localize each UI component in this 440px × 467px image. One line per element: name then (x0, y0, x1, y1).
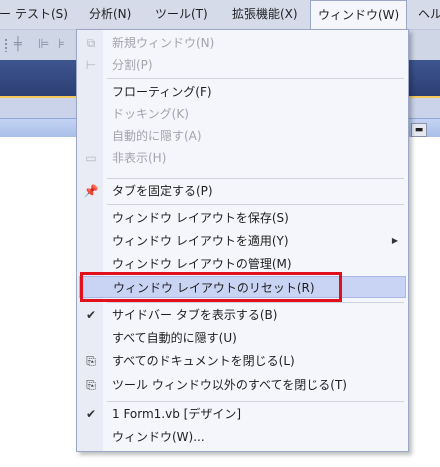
menu-windows-label: ウィンドウ(W)... (112, 430, 205, 444)
new-window-icon: ⧉ (86, 36, 96, 50)
hide-icon: ▭ (85, 151, 97, 165)
menu-hide[interactable]: ▭ 非表示(H) (79, 147, 406, 169)
annotation-highlight-box (80, 272, 342, 302)
menu-floating[interactable]: フローティング(F) (79, 81, 406, 103)
menu-window-form1-label: 1 Form1.vb [デザイン] (112, 407, 242, 421)
pin-icon: 📌 (83, 184, 99, 198)
check-icon: ✔ (85, 407, 97, 421)
menu-separator (107, 78, 404, 79)
menu-close-all-but-tool-windows-label: ツール ウィンドウ以外のすべてを閉じる(T) (112, 378, 347, 392)
menu-new-window[interactable]: ⧉ 新規ウィンドウ(N) (79, 32, 406, 54)
menu-separator (107, 204, 404, 205)
menu-auto-hide-all-label: すべて自動的に隠す(U) (112, 331, 237, 345)
menu-tools[interactable]: ツール(T) (148, 0, 215, 29)
menu-auto-hide[interactable]: 自動的に隠す(A) (79, 125, 406, 147)
menu-docking-label: ドッキング(K) (112, 107, 189, 121)
split-icon: ⊢ (85, 58, 97, 72)
menu-help[interactable]: ヘル (411, 0, 440, 29)
add-icon[interactable]: ╪ (14, 37, 22, 52)
menu-close-all-documents[interactable]: ⎘ すべてのドキュメントを閉じる(L) (79, 350, 406, 372)
menu-split-label: 分割(P) (112, 58, 153, 72)
menu-separator (107, 178, 404, 179)
menu-apply-layout-label: ウィンドウ レイアウトを適用(Y) (112, 234, 289, 248)
menu-show-sidebar-tabs[interactable]: ✔ サイドバー タブを表示する(B) (79, 304, 406, 326)
align-left-icon[interactable]: ⊫ (38, 37, 49, 52)
menu-floating-label: フローティング(F) (112, 85, 212, 99)
menu-docking[interactable]: ドッキング(K) (79, 103, 406, 125)
close-all-documents-icon: ⎘ (86, 354, 96, 368)
minimize-icon[interactable]: ▬ (411, 123, 427, 137)
menu-extensions[interactable]: 拡張機能(X) (225, 0, 305, 29)
menu-apply-layout[interactable]: ウィンドウ レイアウトを適用(Y) ▶ (79, 230, 406, 252)
align-center-icon[interactable]: ⊧ (58, 37, 65, 52)
close-all-but-tool-windows-icon: ⎘ (86, 378, 96, 392)
menu-hide-label: 非表示(H) (112, 151, 167, 165)
menu-test[interactable]: テスト(S) (8, 0, 75, 29)
menu-separator (107, 302, 404, 303)
menu-show-sidebar-tabs-label: サイドバー タブを表示する(B) (112, 308, 278, 322)
menu-window-form1[interactable]: ✔ 1 Form1.vb [デザイン] (79, 403, 406, 425)
toolbar-grip[interactable] (4, 38, 8, 52)
menu-pin-tab[interactable]: 📌 タブを固定する(P) (79, 180, 406, 202)
check-icon: ✔ (85, 308, 97, 322)
menu-save-layout[interactable]: ウィンドウ レイアウトを保存(S) (79, 207, 406, 229)
menu-pin-tab-label: タブを固定する(P) (112, 184, 213, 198)
menu-save-layout-label: ウィンドウ レイアウトを保存(S) (112, 211, 289, 225)
menu-bar: ー テスト(S) 分析(N) ツール(T) 拡張機能(X) ウィンドウ(W) ヘ… (0, 0, 440, 30)
menu-analyze[interactable]: 分析(N) (82, 0, 138, 29)
window-menu-dropdown: ⧉ 新規ウィンドウ(N) ⊢ 分割(P) フローティング(F) ドッキング(K)… (76, 29, 409, 452)
menu-split[interactable]: ⊢ 分割(P) (79, 54, 406, 76)
menu-windows[interactable]: ウィンドウ(W)... (79, 426, 406, 448)
menu-close-all-documents-label: すべてのドキュメントを閉じる(L) (112, 354, 295, 368)
menu-auto-hide-all[interactable]: すべて自動的に隠す(U) (79, 327, 406, 349)
submenu-arrow-icon: ▶ (391, 236, 398, 245)
menu-new-window-label: 新規ウィンドウ(N) (112, 36, 215, 50)
menu-window[interactable]: ウィンドウ(W) (310, 0, 408, 30)
menu-auto-hide-label: 自動的に隠す(A) (112, 129, 202, 143)
menu-close-all-but-tool-windows[interactable]: ⎘ ツール ウィンドウ以外のすべてを閉じる(T) (79, 374, 406, 396)
menu-separator (107, 401, 404, 402)
